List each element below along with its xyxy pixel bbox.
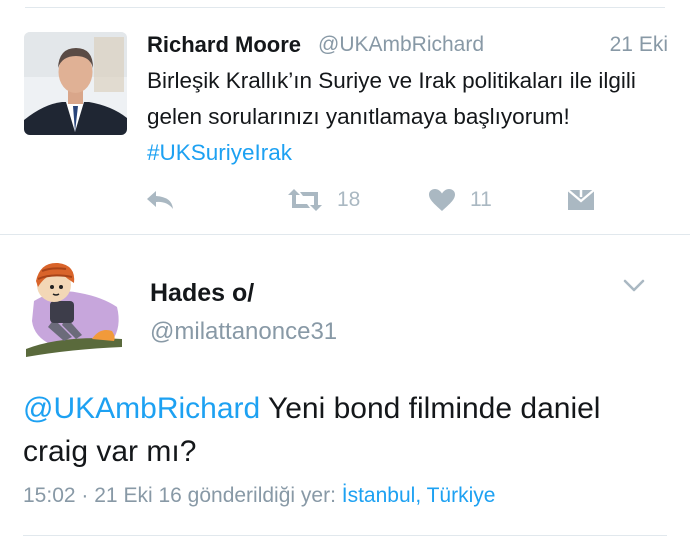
avatar[interactable] (22, 257, 127, 357)
chevron-down-icon (622, 279, 646, 300)
tweet-text: @UKAmbRichard Yeni bond filminde daniel … (23, 387, 673, 473)
author-handle[interactable]: @UKAmbRichard (318, 33, 484, 57)
parent-tweet[interactable]: Richard Moore @UKAmbRichard 21 Eki Birle… (0, 0, 690, 235)
tweet-date: 21 Eki (609, 33, 668, 56)
retweet-icon (287, 187, 323, 213)
retweet-button[interactable]: 18 (287, 183, 360, 217)
mention-link[interactable]: @UKAmbRichard (23, 392, 260, 425)
author-name[interactable]: Richard Moore (147, 32, 301, 58)
tweet-menu-button[interactable] (622, 276, 646, 296)
tweet-time: 15:02 (23, 484, 76, 507)
hashtag-link[interactable]: #UKSuriyeIrak (147, 140, 292, 165)
reply-button[interactable] (145, 183, 177, 217)
author-handle[interactable]: @milattanonce31 (150, 318, 337, 346)
heart-icon (428, 188, 456, 212)
author-name[interactable]: Hades o/ (150, 279, 254, 308)
direct-message-icon (567, 188, 595, 212)
location-link[interactable]: İstanbul, Türkiye (342, 484, 496, 507)
tweet-metadata: 15:02 · 21 Eki 16 gönderildiği yer: İsta… (23, 484, 495, 508)
tweet-text: Birleşik Krallık’ın Suriye ve Irak polit… (147, 63, 667, 171)
like-count: 11 (470, 188, 492, 211)
like-button[interactable]: 11 (428, 183, 492, 217)
bottom-divider (23, 535, 667, 536)
avatar[interactable] (24, 32, 127, 135)
location-prefix: gönderildiği yer: (187, 484, 336, 507)
retweet-count: 18 (337, 188, 361, 211)
tweet-actions: 18 11 (145, 183, 605, 217)
tweet-body: Birleşik Krallık’ın Suriye ve Irak polit… (147, 68, 636, 129)
meta-separator: · (81, 484, 89, 507)
direct-message-button[interactable] (567, 183, 595, 217)
reply-icon (145, 188, 177, 212)
tweet-date: 21 Eki 16 (94, 484, 182, 507)
